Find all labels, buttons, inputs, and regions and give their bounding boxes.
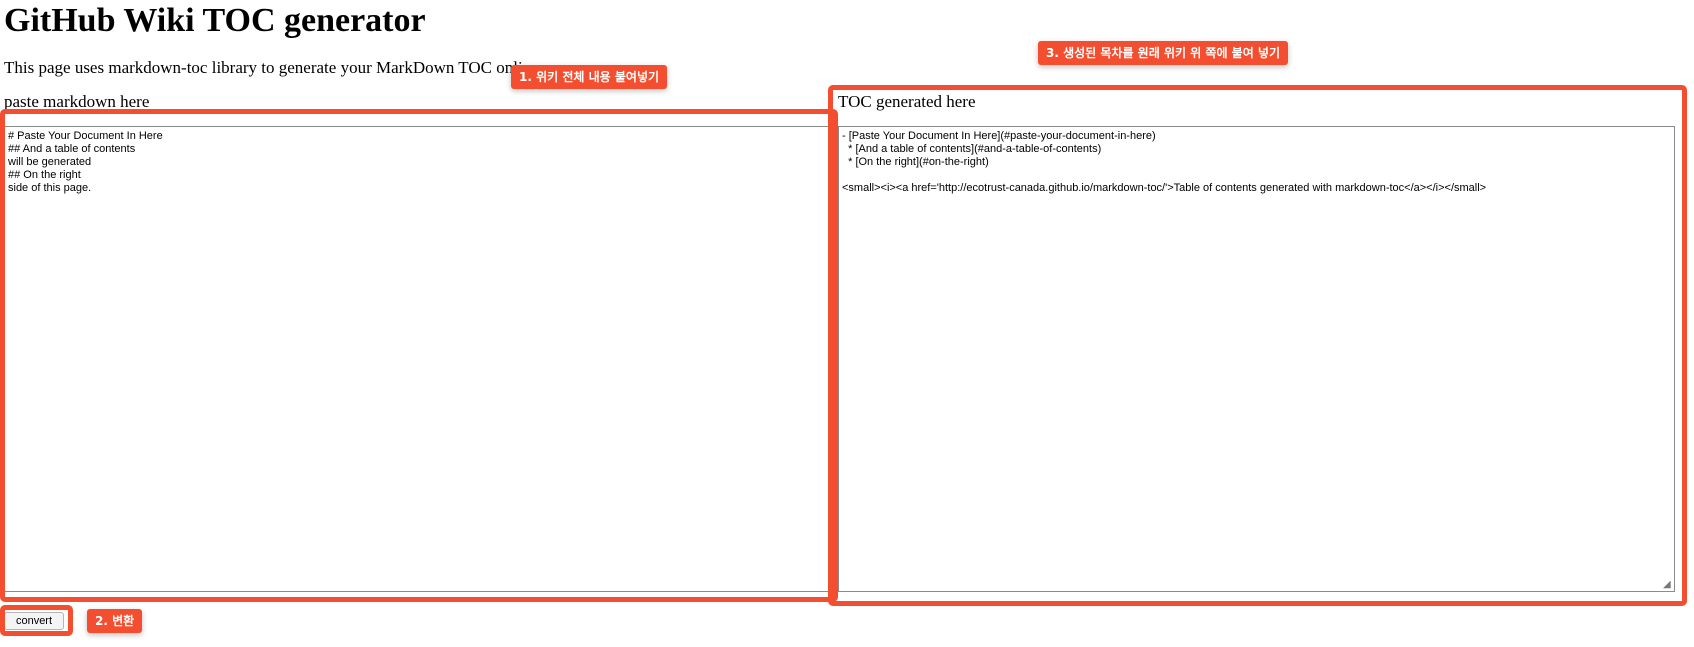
toc-output-textarea[interactable]: - [Paste Your Document In Here](#paste-y… (838, 126, 1675, 592)
annotation-step-2: 2. 변환 (87, 609, 143, 633)
page-title: GitHub Wiki TOC generator (4, 2, 426, 39)
markdown-input-textarea[interactable]: # Paste Your Document In Here ## And a t… (4, 126, 832, 592)
toc-output-label: TOC generated here (838, 92, 976, 111)
annotation-step-3: 3. 생성된 목차를 원래 위키 위 쪽에 붙여 넣기 (1038, 41, 1289, 65)
convert-button[interactable]: convert (4, 612, 64, 630)
resize-handle-icon[interactable]: ◢ (1663, 580, 1673, 590)
annotation-step-1: 1. 위키 전체 내용 붙여넣기 (511, 65, 668, 89)
markdown-input-label: paste markdown here (4, 92, 150, 111)
page-intro: This page uses markdown-toc library to g… (4, 58, 543, 77)
